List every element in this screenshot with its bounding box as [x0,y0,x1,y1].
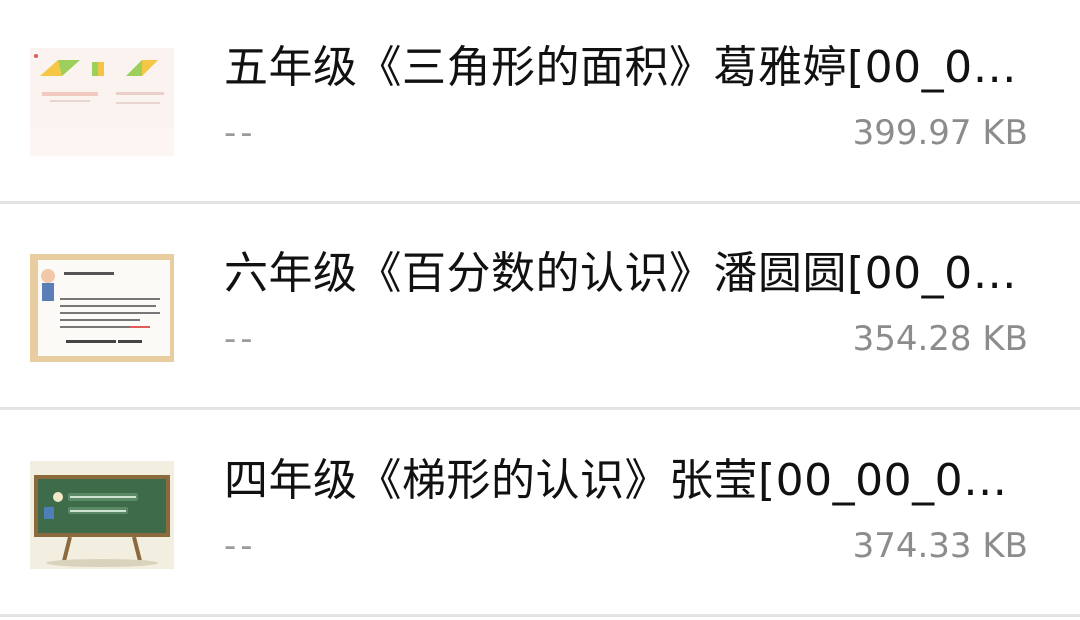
file-list-item[interactable]: 四年级《梯形的认识》张莹[00_00_00][20240604-163203].… [0,413,1080,617]
file-size: 399.97 KB [852,113,1028,153]
file-subtitle: -- [224,319,257,359]
file-subtitle: -- [224,113,257,153]
file-list-item[interactable]: 六年级《百分数的认识》潘圆圆[00_00_00][20240604-163102… [0,206,1080,410]
trapezoid-chalkboard-thumbnail [30,461,174,569]
triangle-area-slide-thumbnail [30,48,174,156]
file-title: 四年级《梯形的认识》张莹[00_00_00][20240604-163203].… [224,455,1030,506]
file-list: 五年级《三角形的面积》葛雅婷[00_00_00][20240604-163001… [0,0,1080,620]
percentage-slide-thumbnail [30,254,174,362]
file-list-item[interactable]: 五年级《三角形的面积》葛雅婷[00_00_00][20240604-163001… [0,0,1080,204]
file-subtitle: -- [224,526,257,566]
file-title: 六年级《百分数的认识》潘圆圆[00_00_00][20240604-163102… [224,248,1030,299]
file-title: 五年级《三角形的面积》葛雅婷[00_00_00][20240604-163001… [224,42,1030,93]
file-size: 374.33 KB [852,526,1028,566]
file-size: 354.28 KB [852,319,1028,359]
